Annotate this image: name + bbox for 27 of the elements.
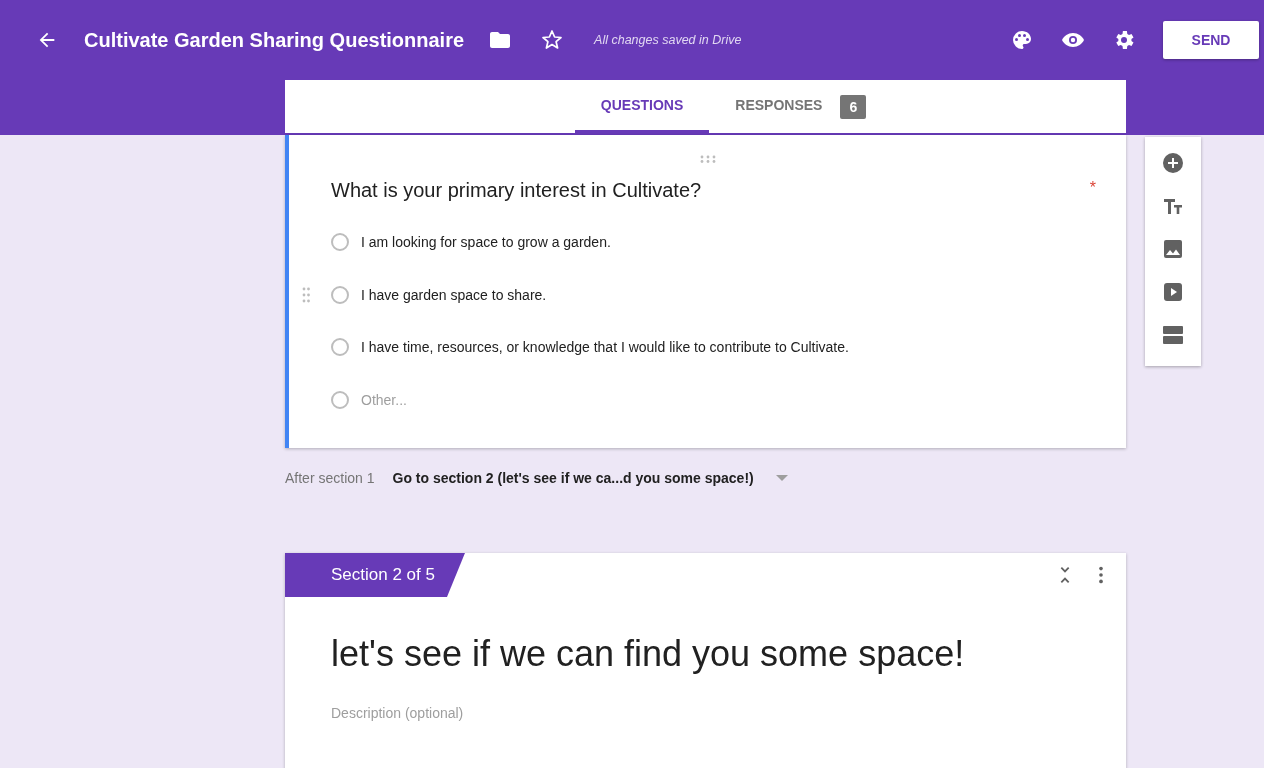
drag-handle-icon[interactable]: [302, 285, 310, 304]
form-title[interactable]: Cultivate Garden Sharing Questionnaire: [84, 28, 465, 52]
option-label[interactable]: I have garden space to share.: [361, 286, 547, 303]
question-title[interactable]: What is your primary interest in Cultivate?: [331, 179, 702, 202]
palette-icon[interactable]: [1010, 28, 1034, 52]
option-label[interactable]: I am looking for space to grow a garden.: [361, 234, 611, 251]
response-count-badge: 6: [840, 94, 867, 119]
video-icon[interactable]: [1161, 280, 1185, 304]
section-tag: Section 2 of 5: [285, 553, 465, 597]
save-status: All changes saved in Drive: [594, 33, 742, 47]
add-section-icon[interactable]: [1161, 323, 1185, 347]
drag-handle-icon[interactable]: [699, 155, 717, 163]
star-icon[interactable]: [540, 28, 565, 52]
add-question-icon[interactable]: [1161, 151, 1185, 175]
required-mark: *: [1089, 179, 1096, 197]
image-icon[interactable]: [1161, 237, 1185, 261]
question-card[interactable]: [285, 135, 1126, 448]
send-button[interactable]: SEND: [1163, 21, 1259, 59]
radio-button[interactable]: [331, 285, 349, 304]
radio-button[interactable]: [331, 390, 349, 409]
option-label[interactable]: I have time, resources, or knowledge that I would like to contribute to Cultivate.: [361, 339, 849, 356]
section-title[interactable]: let's see if we can find you some space!: [331, 633, 1126, 675]
navigation-dropdown[interactable]: Go to section 2 (let's see if we ca...d you some space!): [392, 470, 788, 486]
radio-button[interactable]: [331, 338, 349, 357]
caret-icon: [775, 475, 788, 481]
radio-button[interactable]: [331, 233, 349, 252]
after-section-label: After section 1: [285, 470, 375, 486]
